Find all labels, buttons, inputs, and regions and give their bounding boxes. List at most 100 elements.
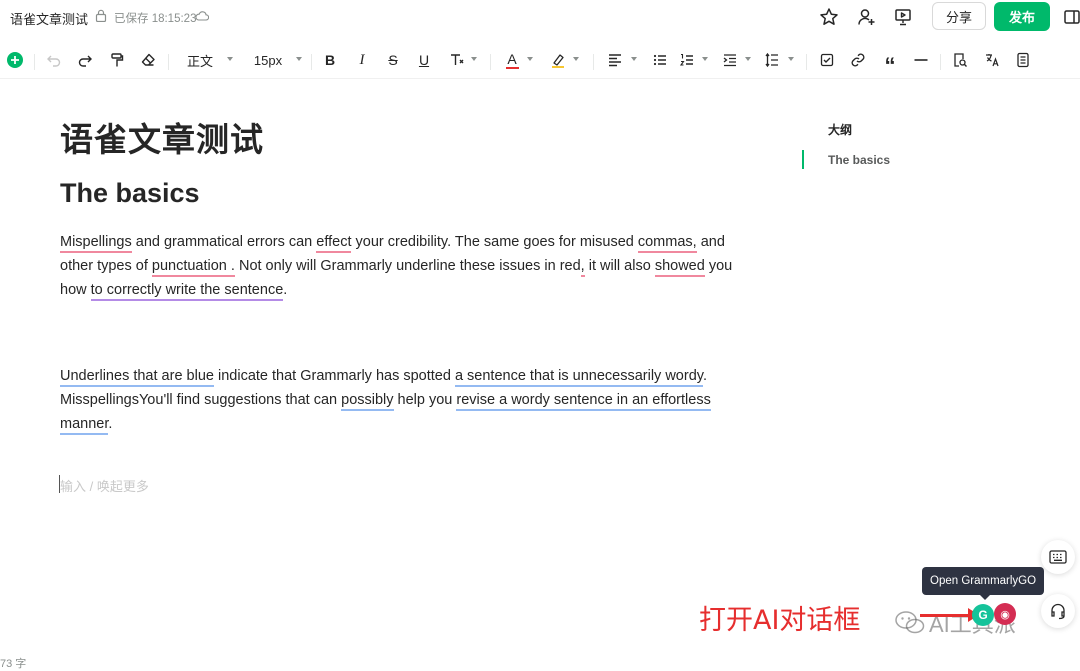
align-button[interactable] <box>605 50 625 70</box>
chevron-down-icon <box>527 57 533 61</box>
text-run: your credibility. The same goes for misu… <box>351 234 638 250</box>
bold-button[interactable]: B <box>320 50 340 70</box>
undo-icon <box>47 55 61 67</box>
grammar-error[interactable]: showed <box>654 258 705 277</box>
indent-button[interactable] <box>720 50 740 70</box>
wordy-suggestion[interactable]: possibly <box>341 392 394 411</box>
star-icon[interactable] <box>819 7 839 27</box>
section-heading[interactable]: The basics <box>60 178 200 209</box>
lock-icon <box>95 9 107 22</box>
grammarly-logo-icon: G <box>978 608 988 622</box>
task-list-button[interactable] <box>817 50 837 70</box>
presentation-icon[interactable] <box>893 7 913 27</box>
find-icon <box>954 53 967 67</box>
translate-button[interactable] <box>982 50 1002 70</box>
bold-icon: B <box>324 52 336 68</box>
toolbar-divider <box>593 54 594 70</box>
document-icon <box>1017 52 1029 68</box>
insert-button[interactable] <box>6 50 24 70</box>
underline-icon: U <box>418 52 430 68</box>
font-color-button[interactable]: A <box>502 50 522 70</box>
redo-icon <box>78 55 92 67</box>
keyboard-shortcuts-button[interactable] <box>1041 540 1075 574</box>
empty-line-placeholder[interactable]: 输入 / 唤起更多 <box>60 476 149 495</box>
translate-icon <box>986 54 999 67</box>
chevron-down-icon <box>573 57 579 61</box>
font-color-bar <box>505 66 519 69</box>
chevron-down-icon <box>296 57 302 61</box>
publish-button[interactable]: 发布 <box>994 2 1050 31</box>
paragraph-2[interactable]: Underlines that are blue indicate that G… <box>60 364 750 436</box>
highlight-button[interactable] <box>548 50 568 70</box>
more-text-format-button[interactable] <box>447 50 467 70</box>
numbered-list-button[interactable] <box>677 50 697 70</box>
chevron-down-icon <box>227 57 233 61</box>
annotation-label: 打开AI对话框 <box>699 605 861 636</box>
strikethrough-button[interactable]: S <box>383 50 403 70</box>
more-text-format-icon <box>451 54 464 65</box>
text-run: . <box>108 416 113 432</box>
bullet-list-button[interactable] <box>650 50 670 70</box>
punctuation-error[interactable]: commas, <box>637 234 697 253</box>
editor-toolbar: 正文 15px B I S U A “ <box>0 44 1080 78</box>
toolbar-divider <box>34 54 35 70</box>
format-painter-button[interactable] <box>107 50 127 70</box>
annotation-arrow-line <box>920 614 972 617</box>
italic-button[interactable]: I <box>352 50 372 70</box>
redo-button[interactable] <box>75 50 95 70</box>
clear-format-icon <box>141 53 155 66</box>
top-bar: 语雀文章测试 已保存 18:15:23 分享 发布 <box>0 0 1080 34</box>
text-run: it will also <box>584 258 655 274</box>
toolbar-bottom-border <box>0 78 1080 79</box>
cloud-icon <box>195 11 209 21</box>
quote-icon: “ <box>884 53 896 78</box>
align-icon <box>609 54 621 67</box>
sidebar-toggle-icon[interactable] <box>1062 7 1080 27</box>
share-button[interactable]: 分享 <box>932 2 986 30</box>
punctuation-error[interactable]: punctuation . <box>151 258 235 277</box>
add-collaborator-icon[interactable] <box>856 7 876 27</box>
toolbar-divider <box>311 54 312 70</box>
help-button[interactable] <box>1041 594 1075 628</box>
find-button[interactable] <box>950 50 970 70</box>
chevron-down-icon <box>788 57 794 61</box>
text-run: and grammatical errors can <box>131 234 317 250</box>
line-spacing-button[interactable] <box>762 50 782 70</box>
bullet-list-icon <box>653 54 666 66</box>
highlight-icon <box>552 54 564 68</box>
outline-title: 大纲 <box>828 123 853 137</box>
underline-button[interactable]: U <box>414 50 434 70</box>
undo-button[interactable] <box>44 50 64 70</box>
document-heading-title[interactable]: 语雀文章测试 <box>60 113 264 161</box>
clear-format-button[interactable] <box>138 50 158 70</box>
wordy-suggestion[interactable]: a sentence that is unnecessarily wordy <box>454 368 703 387</box>
horizontal-rule-button[interactable] <box>911 50 931 70</box>
grammarly-status-button[interactable]: ◉ <box>994 603 1016 625</box>
grammar-error[interactable]: effect <box>316 234 352 253</box>
add-icon <box>7 52 23 68</box>
chevron-down-icon <box>471 57 477 61</box>
link-button[interactable] <box>848 50 868 70</box>
clarity-suggestion[interactable]: to correctly write the sentence <box>90 282 284 301</box>
chevron-down-icon <box>702 57 708 61</box>
grammarly-go-button[interactable]: G <box>972 604 994 626</box>
paragraph-style-select[interactable]: 正文 <box>180 50 220 70</box>
wordy-suggestion[interactable]: Underlines that are blue <box>60 368 214 387</box>
keyboard-icon <box>1049 550 1067 564</box>
save-status: 已保存 18:15:23 <box>114 13 197 25</box>
toolbar-divider <box>940 54 941 70</box>
font-size-select[interactable]: 15px <box>250 50 286 70</box>
quote-button[interactable]: “ <box>880 50 900 78</box>
horizontal-rule-icon <box>914 59 928 61</box>
text-run: . <box>283 282 288 298</box>
toolbar-divider <box>168 54 169 70</box>
outline-item-the-basics[interactable]: The basics <box>828 153 890 167</box>
toolbar-divider <box>806 54 807 70</box>
document-button[interactable] <box>1013 50 1033 70</box>
italic-icon: I <box>359 51 365 68</box>
spelling-error[interactable]: Mispellings <box>60 234 132 253</box>
outline-active-indicator <box>802 150 804 169</box>
paragraph-1[interactable]: Mispellings and grammatical errors can e… <box>60 230 750 302</box>
text-run: indicate that Grammarly has spotted <box>213 368 455 384</box>
document-title[interactable]: 语雀文章测试 <box>10 9 88 28</box>
